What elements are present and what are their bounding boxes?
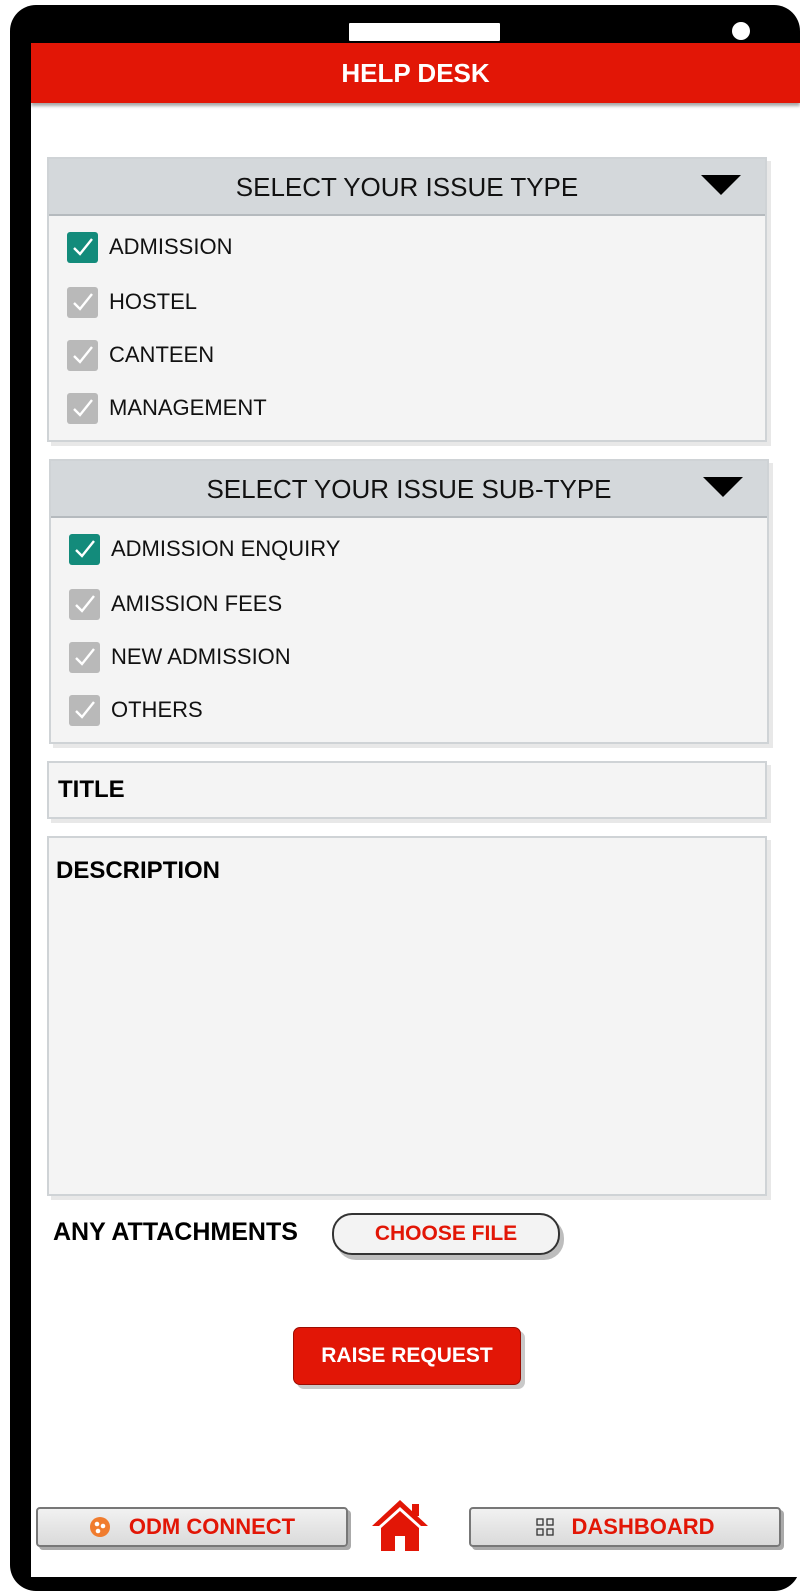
checkbox-unchecked-icon[interactable] xyxy=(69,588,100,620)
attachments-label: ANY ATTACHMENTS xyxy=(53,1218,298,1246)
issue-type-option-admission[interactable]: ADMISSION xyxy=(67,231,232,263)
app-screen: HELP DESK SELECT YOUR ISSUE TYPE ADMISSI… xyxy=(31,43,800,1577)
choose-file-button[interactable]: CHOOSE FILE xyxy=(332,1213,560,1255)
page-title: HELP DESK xyxy=(341,58,490,88)
checkbox-unchecked-icon[interactable] xyxy=(69,641,100,673)
home-icon[interactable] xyxy=(370,1498,430,1553)
subtype-option-admission-enquiry[interactable]: ADMISSION ENQUIRY xyxy=(69,533,340,565)
odm-connect-label: ODM CONNECT xyxy=(128,1514,296,1539)
title-label: TITLE xyxy=(58,776,125,803)
checkbox-unchecked-icon[interactable] xyxy=(69,694,100,726)
issue-type-label: SELECT YOUR ISSUE TYPE xyxy=(235,172,579,202)
issue-subtype-dropdown[interactable]: SELECT YOUR ISSUE SUB-TYPE ADMISSION ENQ… xyxy=(49,459,769,744)
camera-dot xyxy=(732,22,750,40)
option-label: MANAGEMENT xyxy=(109,395,267,420)
header-bar: HELP DESK xyxy=(31,43,800,103)
title-field[interactable]: TITLE xyxy=(47,761,767,819)
dropdown-arrow-icon[interactable] xyxy=(703,477,743,497)
description-label: DESCRIPTION xyxy=(56,857,221,884)
option-label: ADMISSION xyxy=(109,234,233,259)
issue-type-option-canteen[interactable]: CANTEEN xyxy=(67,339,214,371)
issue-type-option-hostel[interactable]: HOSTEL xyxy=(67,286,197,318)
issue-subtype-header[interactable]: SELECT YOUR ISSUE SUB-TYPE xyxy=(51,461,767,518)
option-label: CANTEEN xyxy=(109,342,215,367)
option-label: AMISSION FEES xyxy=(111,591,283,616)
checkbox-unchecked-icon[interactable] xyxy=(67,392,98,424)
dropdown-arrow-icon[interactable] xyxy=(701,175,741,195)
subtype-option-amission-fees[interactable]: AMISSION FEES xyxy=(69,588,282,620)
issue-subtype-label: SELECT YOUR ISSUE SUB-TYPE xyxy=(206,474,612,504)
dashboard-button[interactable]: DASHBOARD xyxy=(469,1507,781,1547)
description-field[interactable]: DESCRIPTION xyxy=(47,836,767,1196)
issue-type-option-management[interactable]: MANAGEMENT xyxy=(67,392,267,424)
dashboard-label: DASHBOARD xyxy=(571,1514,715,1539)
issue-type-header[interactable]: SELECT YOUR ISSUE TYPE xyxy=(49,159,765,216)
option-label: ADMISSION ENQUIRY xyxy=(111,536,341,561)
checkbox-unchecked-icon[interactable] xyxy=(67,339,98,371)
option-label: HOSTEL xyxy=(109,289,198,314)
odm-connect-icon xyxy=(89,1516,111,1538)
subtype-option-new-admission[interactable]: NEW ADMISSION xyxy=(69,641,291,673)
subtype-option-others[interactable]: OTHERS xyxy=(69,694,203,726)
option-label: NEW ADMISSION xyxy=(111,644,291,669)
option-label: OTHERS xyxy=(111,697,203,722)
speaker-slot xyxy=(349,23,500,41)
odm-connect-button[interactable]: ODM CONNECT xyxy=(36,1507,348,1547)
checkbox-checked-icon[interactable] xyxy=(67,231,98,263)
checkbox-checked-icon[interactable] xyxy=(69,533,100,565)
checkbox-unchecked-icon[interactable] xyxy=(67,286,98,318)
issue-type-dropdown[interactable]: SELECT YOUR ISSUE TYPE ADMISSION HOSTEL … xyxy=(47,157,767,442)
raise-request-button[interactable]: RAISE REQUEST xyxy=(293,1327,521,1385)
grid-icon xyxy=(535,1518,554,1536)
